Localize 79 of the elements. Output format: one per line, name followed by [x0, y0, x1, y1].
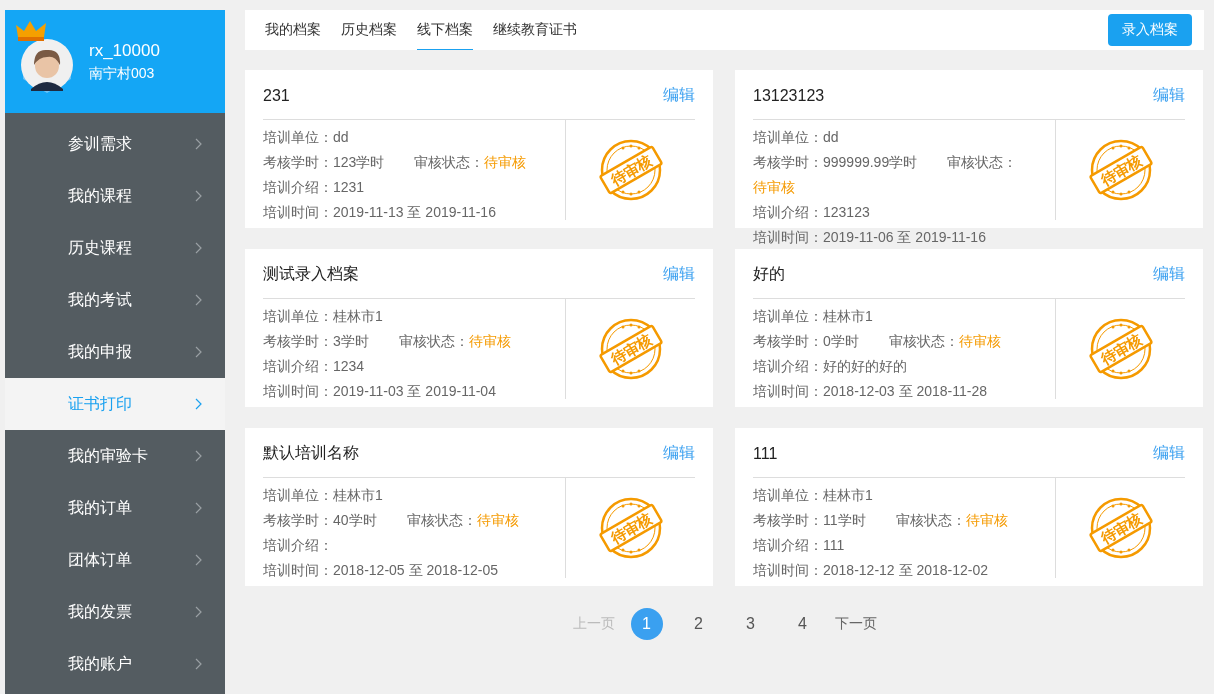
pending-stamp: 待审核 [1088, 496, 1153, 560]
training-unit: 培训单位：桂林市1 [753, 486, 874, 505]
pending-stamp: 待审核 [598, 138, 663, 202]
chevron-right-icon [195, 658, 203, 670]
training-intro: 培训介绍：1231 [263, 178, 366, 197]
chevron-right-icon [195, 346, 203, 358]
tab[interactable]: 线下档案 [417, 10, 473, 50]
chevron-right-icon [195, 138, 203, 150]
record-title: 测试录入档案 [263, 264, 359, 284]
chevron-right-icon [195, 398, 203, 410]
sidebar-item[interactable]: 我的账户 [5, 638, 225, 690]
sidebar-item[interactable]: 我的订单 [5, 482, 225, 534]
chevron-right-icon [195, 502, 203, 514]
training-time: 培训时间：2018-12-12 至 2018-12-02 [753, 561, 989, 580]
chevron-right-icon [195, 606, 203, 618]
tab[interactable]: 继续教育证书 [493, 10, 577, 50]
status-value: 待审核 [753, 178, 795, 197]
tab[interactable]: 历史档案 [341, 10, 397, 50]
training-hours: 考核学时：0学时 [753, 333, 859, 349]
sidebar-item[interactable]: 我的申报 [5, 326, 225, 378]
status-label: 审核状态： [414, 154, 485, 170]
training-unit: 培训单位：dd [753, 128, 840, 147]
next-page-link[interactable]: 下一页 [828, 615, 883, 633]
chevron-right-icon [195, 190, 203, 202]
status-value: 待审核 [958, 332, 1001, 351]
sidebar-item[interactable]: 我的发票 [5, 586, 225, 638]
training-time: 培训时间：2019-11-06 至 2019-11-16 [753, 228, 987, 247]
sidebar-item[interactable]: 团体订单 [5, 534, 225, 586]
record-title: 13123123 [753, 86, 825, 105]
status-label: 审核状态： [406, 512, 477, 528]
pending-stamp: 待审核 [598, 496, 663, 560]
record-title: 111 [753, 444, 778, 463]
chevron-right-icon [195, 554, 203, 566]
page-number[interactable]: 4 [786, 608, 819, 640]
page-number[interactable]: 2 [682, 608, 715, 640]
training-unit: 培训单位：桂林市1 [263, 486, 384, 505]
status-label: 审核状态： [947, 154, 1018, 170]
record-title: 231 [263, 86, 290, 105]
training-time: 培训时间：2018-12-05 至 2018-12-05 [263, 561, 499, 580]
status-label: 审核状态： [888, 333, 959, 349]
status-value: 待审核 [468, 332, 511, 351]
chevron-right-icon [195, 294, 203, 306]
training-unit: 培训单位：桂林市1 [263, 307, 384, 326]
training-unit: 培训单位：桂林市1 [753, 307, 874, 326]
user-name: rx_10000 [89, 40, 160, 61]
sidebar-item[interactable]: 我的考试 [5, 274, 225, 326]
training-unit: 培训单位：dd [263, 128, 350, 147]
sidebar-item[interactable]: 我的课程 [5, 170, 225, 222]
pending-stamp: 待审核 [1088, 138, 1153, 202]
training-hours: 考核学时：11学时 [753, 512, 866, 528]
sidebar-item[interactable]: 我的审验卡 [5, 430, 225, 482]
chevron-right-icon [195, 450, 203, 462]
training-hours: 考核学时：999999.99学时 [753, 154, 918, 170]
sidebar-item[interactable]: 参训需求 [5, 118, 225, 170]
status-value: 待审核 [965, 511, 1008, 530]
pending-stamp: 待审核 [1088, 317, 1153, 381]
chevron-right-icon [195, 242, 203, 254]
training-intro: 培训介绍：1234 [263, 357, 366, 376]
training-intro: 培训介绍：好的好的好的 [753, 357, 908, 376]
user-organization: 南宁村003 [89, 64, 156, 83]
tab[interactable]: 我的档案 [265, 10, 321, 50]
pending-stamp: 待审核 [598, 317, 663, 381]
status-label: 审核状态： [398, 333, 469, 349]
training-time: 培训时间：2019-11-13 至 2019-11-16 [263, 203, 497, 222]
training-intro: 培训介绍： [263, 536, 334, 555]
training-hours: 考核学时：123学时 [263, 154, 385, 170]
training-hours: 考核学时：3学时 [263, 333, 369, 349]
training-intro: 培训介绍：111 [753, 536, 846, 555]
training-time: 培训时间：2018-12-03 至 2018-11-28 [753, 382, 988, 401]
page-number[interactable]: 3 [734, 608, 767, 640]
status-value: 待审核 [476, 511, 519, 530]
record-title: 好的 [753, 264, 785, 284]
record-title: 默认培训名称 [263, 443, 359, 463]
training-hours: 考核学时：40学时 [263, 512, 377, 528]
training-time: 培训时间：2019-11-03 至 2019-11-04 [263, 382, 497, 401]
status-label: 审核状态： [895, 512, 966, 528]
sidebar-item[interactable]: 历史课程 [5, 222, 225, 274]
status-value: 待审核 [484, 153, 527, 172]
training-intro: 培训介绍：123123 [753, 203, 871, 222]
